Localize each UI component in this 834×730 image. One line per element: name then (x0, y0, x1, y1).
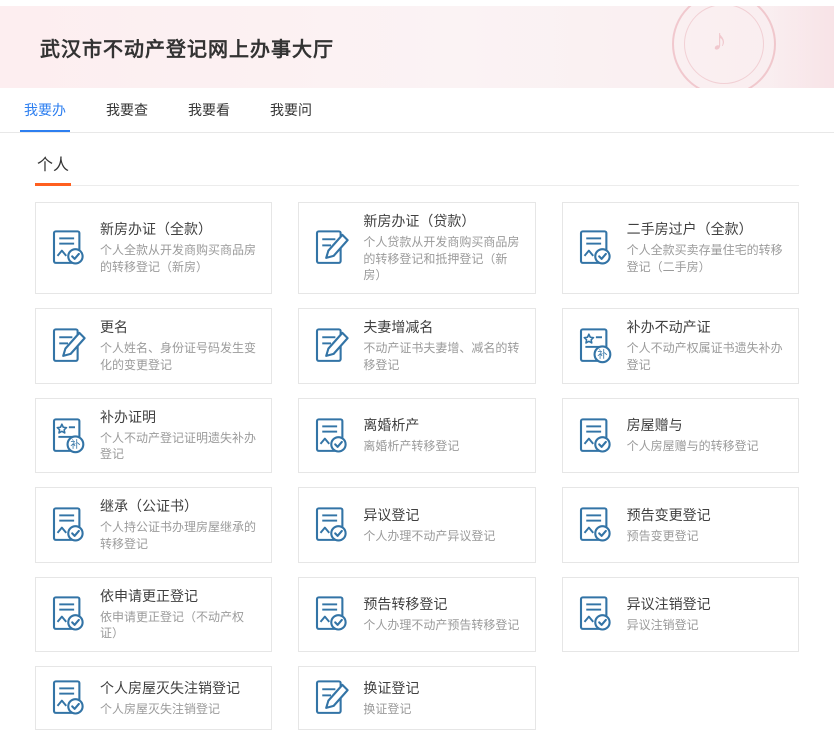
edit-icon (309, 676, 353, 720)
certificate-icon (309, 503, 353, 547)
service-title: 新房办证（贷款） (363, 212, 524, 231)
certificate-icon (573, 503, 617, 547)
service-card-13[interactable]: 依申请更正登记 依申请更正登记（不动产权证） (35, 577, 272, 652)
service-title: 更名 (100, 318, 261, 337)
certificate-icon (46, 503, 90, 547)
service-card-17[interactable]: 换证登记 换证登记 (298, 666, 535, 730)
service-desc: 个人不动产登记证明遗失补办登记 (100, 430, 261, 464)
service-title: 异议注销登记 (627, 595, 788, 614)
svg-text:补: 补 (70, 437, 80, 450)
service-desc: 个人持公证书办理房屋继承的转移登记 (100, 519, 261, 553)
service-card-4[interactable]: 更名 个人姓名、身份证号码发生变化的变更登记 (35, 308, 272, 383)
service-grid: 新房办证（全款） 个人全款从开发商购买商品房的转移登记（新房） 新房办证（贷款）… (35, 202, 799, 730)
service-desc: 个人全款从开发商购买商品房的转移登记（新房） (100, 242, 261, 276)
tab-wo-yao-wen[interactable]: 我要问 (266, 88, 316, 132)
service-title: 换证登记 (363, 679, 524, 698)
service-desc: 预告变更登记 (627, 528, 788, 545)
service-desc: 个人办理不动产异议登记 (363, 528, 524, 545)
service-desc: 个人不动产权属证书遗失补办登记 (627, 340, 788, 374)
service-card-3[interactable]: 二手房过户（全款） 个人全款买卖存量住宅的转移登记（二手房） (562, 202, 799, 294)
page-header: 武汉市不动产登记网上办事大厅 (0, 6, 834, 88)
certificate-icon (573, 592, 617, 636)
certificate-icon (46, 592, 90, 636)
service-card-9[interactable]: 房屋赠与 个人房屋赠与的转移登记 (562, 398, 799, 473)
service-card-1[interactable]: 新房办证（全款） 个人全款从开发商购买商品房的转移登记（新房） (35, 202, 272, 294)
reissue-icon: 补 (46, 414, 90, 458)
service-card-2[interactable]: 新房办证（贷款） 个人贷款从开发商购买商品房的转移登记和抵押登记（新房） (298, 202, 535, 294)
certificate-icon (309, 414, 353, 458)
service-desc: 离婚析产转移登记 (363, 438, 524, 455)
service-title: 补办不动产证 (627, 318, 788, 337)
service-title: 个人房屋灭失注销登记 (100, 679, 261, 698)
service-title: 夫妻增减名 (363, 318, 524, 337)
service-title: 二手房过户（全款） (627, 220, 788, 239)
service-desc: 个人房屋赠与的转移登记 (627, 438, 788, 455)
service-desc: 异议注销登记 (627, 617, 788, 634)
service-desc: 不动产证书夫妻增、减名的转移登记 (363, 340, 524, 374)
page-title: 武汉市不动产登记网上办事大厅 (40, 33, 334, 62)
tab-wo-yao-cha[interactable]: 我要查 (102, 88, 152, 132)
service-card-14[interactable]: 预告转移登记 个人办理不动产预告转移登记 (298, 577, 535, 652)
section-title: 个人 (35, 151, 71, 186)
service-desc: 个人房屋灭失注销登记 (100, 701, 261, 718)
service-card-7[interactable]: 补 补办证明 个人不动产登记证明遗失补办登记 (35, 398, 272, 473)
service-title: 新房办证（全款） (100, 220, 261, 239)
edit-icon (309, 226, 353, 270)
edit-icon (46, 324, 90, 368)
service-title: 继承（公证书） (100, 497, 261, 516)
certificate-icon (573, 414, 617, 458)
service-desc: 个人贷款从开发商购买商品房的转移登记和抵押登记（新房） (363, 234, 524, 284)
service-card-10[interactable]: 继承（公证书） 个人持公证书办理房屋继承的转移登记 (35, 487, 272, 562)
service-desc: 换证登记 (363, 701, 524, 718)
tab-wo-yao-kan[interactable]: 我要看 (184, 88, 234, 132)
service-card-15[interactable]: 异议注销登记 异议注销登记 (562, 577, 799, 652)
service-desc: 个人全款买卖存量住宅的转移登记（二手房） (627, 242, 788, 276)
service-card-12[interactable]: 预告变更登记 预告变更登记 (562, 487, 799, 562)
service-desc: 个人办理不动产预告转移登记 (363, 617, 524, 634)
service-title: 依申请更正登记 (100, 587, 261, 606)
service-desc: 个人姓名、身份证号码发生变化的变更登记 (100, 340, 261, 374)
service-card-11[interactable]: 异议登记 个人办理不动产异议登记 (298, 487, 535, 562)
certificate-icon (309, 592, 353, 636)
service-title: 预告变更登记 (627, 506, 788, 525)
service-card-5[interactable]: 夫妻增减名 不动产证书夫妻增、减名的转移登记 (298, 308, 535, 383)
certificate-icon (573, 226, 617, 270)
service-card-6[interactable]: 补 补办不动产证 个人不动产权属证书遗失补办登记 (562, 308, 799, 383)
service-title: 离婚析产 (363, 416, 524, 435)
service-card-16[interactable]: 个人房屋灭失注销登记 个人房屋灭失注销登记 (35, 666, 272, 730)
header-decoration (770, 6, 834, 88)
certificate-icon (46, 676, 90, 720)
certificate-icon (46, 226, 90, 270)
svg-text:补: 补 (597, 348, 607, 361)
tab-bar: 我要办 我要查 我要看 我要问 (0, 88, 834, 133)
reissue-icon: 补 (573, 324, 617, 368)
service-card-8[interactable]: 离婚析产 离婚析产转移登记 (298, 398, 535, 473)
service-title: 预告转移登记 (363, 595, 524, 614)
service-desc: 依申请更正登记（不动产权证） (100, 609, 261, 643)
edit-icon (309, 324, 353, 368)
emblem-icon (672, 6, 776, 88)
section-header: 个人 (35, 151, 799, 186)
service-title: 房屋赠与 (627, 416, 788, 435)
service-title: 异议登记 (363, 506, 524, 525)
tab-wo-yao-ban[interactable]: 我要办 (20, 88, 70, 132)
service-title: 补办证明 (100, 408, 261, 427)
